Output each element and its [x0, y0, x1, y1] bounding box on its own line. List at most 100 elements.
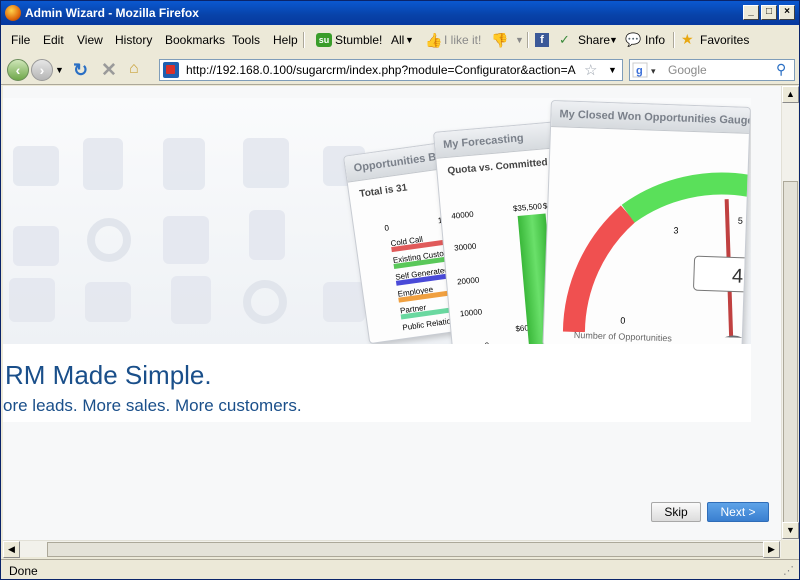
menu-edit[interactable]: Edit [43, 33, 64, 47]
hero-banner: Opportunities By Total is 31 0 1 Cold Ca… [3, 98, 751, 344]
horizontal-scrollbar[interactable]: ◀ ▶ [3, 540, 781, 558]
favorites-button[interactable]: Favorites [700, 33, 749, 47]
calendar-icon [163, 216, 209, 264]
chevron-down-icon[interactable]: ▼ [515, 35, 524, 45]
site-favicon-icon [163, 62, 179, 78]
maximize-button[interactable]: □ [761, 5, 777, 20]
url-bar[interactable]: http://192.168.0.100/sugarcrm/index.php?… [159, 59, 623, 81]
resize-grip-icon[interactable]: ⋰ [783, 564, 794, 577]
menu-bar: File Edit View History Bookmarks Tools H… [1, 28, 799, 52]
bookmark-star-icon[interactable]: ☆ [584, 61, 597, 79]
gauge-footer: Number of Opportunities [573, 329, 672, 344]
page-content: Opportunities By Total is 31 0 1 Cold Ca… [3, 86, 781, 540]
search-magnifier-icon[interactable]: ⚲ [776, 61, 786, 78]
scroll-right-arrow-icon[interactable]: ▶ [763, 541, 780, 558]
money-icon [87, 218, 131, 262]
stumble-button[interactable]: Stumble! [335, 33, 382, 47]
folder-icon [13, 226, 59, 266]
close-button[interactable]: × [779, 5, 795, 20]
building-icon [9, 278, 55, 322]
firefox-icon [5, 5, 21, 21]
vertical-scroll-thumb[interactable] [783, 181, 798, 526]
vertical-scrollbar[interactable]: ▲ ▼ [781, 86, 799, 540]
person-icon [243, 138, 289, 188]
stop-icon[interactable]: ✕ [101, 59, 117, 82]
i-like-it-button[interactable]: I like it! [444, 33, 481, 47]
minimize-button[interactable]: _ [743, 5, 759, 20]
welcome-hero: Opportunities By Total is 31 0 1 Cold Ca… [3, 98, 751, 422]
title-bar: Admin Wizard - Mozilla Firefox _ □ × [1, 1, 799, 25]
gauge-green-arc [621, 172, 751, 223]
y-tick: 10000 [459, 307, 483, 319]
thumbs-down-icon[interactable]: 👎 [491, 32, 508, 49]
stumbleupon-icon[interactable]: su [316, 33, 332, 47]
info-button[interactable]: Info [645, 33, 665, 47]
gauge-tick-3: 3 [673, 225, 679, 236]
home-icon[interactable]: ⌂ [129, 60, 139, 78]
search-bar[interactable]: g ▾ Google ⚲ [629, 59, 795, 81]
thumbs-up-icon[interactable]: 👍 [425, 32, 442, 49]
scroll-left-arrow-icon[interactable]: ◀ [3, 541, 20, 558]
forward-arrow-icon[interactable]: › [31, 59, 53, 81]
checklist-icon [163, 138, 205, 190]
chevron-down-icon[interactable]: ▼ [609, 35, 618, 45]
opportunities-axis-min: 0 [383, 223, 390, 233]
history-dropdown-icon[interactable]: ▼ [55, 65, 64, 75]
gauge-tick-5: 5 [737, 215, 744, 226]
next-button[interactable]: Next > [707, 502, 769, 522]
svg-text:▾: ▾ [651, 66, 656, 76]
menu-help[interactable]: Help [273, 33, 298, 47]
gauge-readout: 4 [731, 265, 744, 288]
y-tick: 20000 [456, 275, 480, 287]
window-title: Admin Wizard - Mozilla Firefox [25, 6, 199, 20]
opportunities-total: Total is 31 [358, 182, 408, 201]
menu-view[interactable]: View [77, 33, 103, 47]
menu-tools[interactable]: Tools [232, 33, 260, 47]
hero-subheadline: ore leads. More sales. More customers. [3, 396, 302, 415]
browser-window: Admin Wizard - Mozilla Firefox _ □ × Fil… [0, 0, 800, 580]
star-icon[interactable]: ★ [681, 31, 694, 48]
y-tick: 40000 [451, 209, 474, 221]
google-engine-icon[interactable]: g ▾ [632, 62, 662, 78]
chevron-down-icon[interactable]: ▼ [405, 35, 414, 45]
hero-headline: RM Made Simple. [5, 360, 212, 390]
phone-icon [85, 282, 131, 322]
svg-text:g: g [636, 65, 643, 77]
y-tick: 30000 [453, 241, 477, 253]
menu-file[interactable]: File [11, 33, 30, 47]
menu-bookmarks[interactable]: Bookmarks [165, 33, 225, 47]
status-text: Done [9, 564, 38, 578]
skip-button[interactable]: Skip [651, 502, 701, 522]
share-button[interactable]: Share [578, 33, 610, 47]
forecasting-subtitle: Quota vs. Committed vs. [447, 155, 565, 177]
all-dropdown[interactable]: All [391, 33, 404, 47]
share-icon[interactable]: ✓ [559, 32, 570, 48]
back-arrow-icon[interactable]: ‹ [7, 59, 29, 81]
bar-chart-icon [83, 138, 123, 190]
y-tick: 0 [484, 341, 489, 344]
menu-separator [673, 32, 675, 48]
url-text[interactable]: http://192.168.0.100/sugarcrm/index.php?… [186, 63, 576, 77]
menu-history[interactable]: History [115, 33, 152, 47]
reload-icon[interactable]: ↻ [73, 60, 88, 81]
menu-separator [303, 32, 305, 48]
url-dropdown-icon[interactable]: ▼ [608, 65, 617, 75]
gauge-panel: My Closed Won Opportunities Gauge 0 3 5 … [542, 100, 751, 344]
gauge-dial [562, 172, 751, 338]
bar-value-label: $35,500 [512, 201, 543, 214]
contact-card-icon [13, 146, 59, 186]
target-icon [243, 280, 287, 324]
search-input[interactable]: Google [668, 63, 707, 77]
invoice-icon [171, 276, 211, 324]
scroll-up-arrow-icon[interactable]: ▲ [782, 86, 799, 103]
menu-separator [527, 32, 529, 48]
attachment-icon [249, 210, 285, 260]
info-bubble-icon[interactable]: 💬 [625, 32, 641, 48]
status-bar: Done ⋰ [1, 559, 799, 580]
navigation-bar: ‹ › ▼ ↻ ✕ ⌂ http://192.168.0.100/sugarcr… [1, 55, 799, 85]
gauge-tick-0: 0 [620, 315, 626, 326]
horizontal-scroll-thumb[interactable] [47, 542, 767, 557]
scroll-down-arrow-icon[interactable]: ▼ [782, 522, 799, 539]
facebook-icon[interactable]: f [535, 33, 549, 47]
gauge-panel-title: My Closed Won Opportunities Gauge [551, 101, 751, 134]
